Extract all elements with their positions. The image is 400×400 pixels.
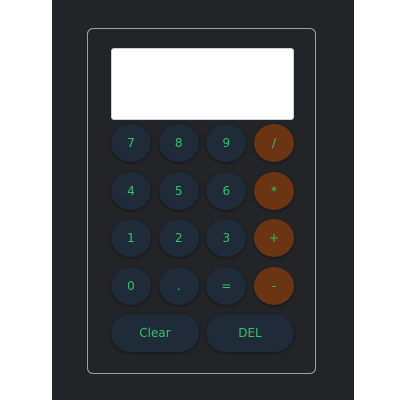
key-decimal[interactable]: . xyxy=(158,266,199,305)
key-8[interactable]: 8 xyxy=(158,124,199,162)
key-3[interactable]: 3 xyxy=(206,219,247,257)
key-equals[interactable]: = xyxy=(206,266,247,305)
key-1[interactable]: 1 xyxy=(111,219,151,257)
key-divide[interactable]: / xyxy=(253,124,294,162)
key-0[interactable]: 0 xyxy=(111,266,151,305)
calculator-frame: 7 8 9 / 4 5 6 * 1 2 3 + 0 . = - Clear DE… xyxy=(87,28,316,374)
key-subtract[interactable]: - xyxy=(253,266,294,305)
keypad-row-1: 7 8 9 / xyxy=(111,124,294,162)
key-5[interactable]: 5 xyxy=(158,171,199,210)
keypad-row-4: 0 . = - xyxy=(111,266,294,305)
keypad: 7 8 9 / 4 5 6 * 1 2 3 + 0 . = - Clear DE… xyxy=(111,124,294,362)
key-2[interactable]: 2 xyxy=(158,219,199,257)
delete-button[interactable]: DEL xyxy=(206,314,294,352)
key-9[interactable]: 9 xyxy=(206,124,247,162)
key-add[interactable]: + xyxy=(253,219,294,257)
calculator-app: 7 8 9 / 4 5 6 * 1 2 3 + 0 . = - Clear DE… xyxy=(52,0,354,400)
key-4[interactable]: 4 xyxy=(111,171,151,210)
keypad-row-3: 1 2 3 + xyxy=(111,219,294,257)
calculator-display xyxy=(111,48,294,120)
keypad-row-2: 4 5 6 * xyxy=(111,171,294,210)
key-multiply[interactable]: * xyxy=(253,171,294,210)
keypad-row-5: Clear DEL xyxy=(111,314,294,352)
key-6[interactable]: 6 xyxy=(206,171,247,210)
clear-button[interactable]: Clear xyxy=(111,314,199,352)
key-7[interactable]: 7 xyxy=(111,124,151,162)
